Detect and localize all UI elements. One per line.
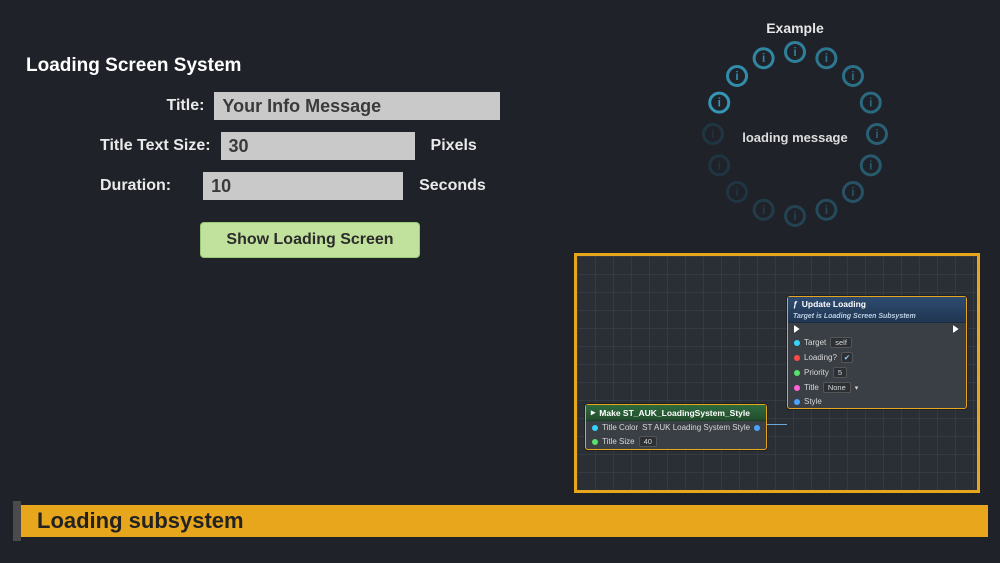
make-node-title: Make ST_AUK_LoadingSystem_Style	[599, 408, 750, 418]
panel-title: Loading Screen System	[26, 55, 241, 77]
spinner-dot-icon	[726, 181, 748, 203]
title-size-value[interactable]: 40	[639, 436, 657, 447]
priority-value[interactable]: 5	[833, 367, 847, 378]
title-label: Title:	[100, 97, 204, 115]
bottom-banner: Loading subsystem	[13, 505, 988, 537]
target-value[interactable]: self	[830, 337, 852, 348]
duration-label: Duration:	[100, 177, 171, 195]
pin-icon[interactable]	[592, 439, 598, 445]
struct-icon: ▸	[591, 407, 595, 418]
duration-input[interactable]	[203, 172, 403, 200]
pin-icon[interactable]	[754, 425, 760, 431]
make-out-pin-label: ST AUK Loading System Style	[642, 423, 750, 432]
update-node-header: ƒ Update Loading Target is Loading Scree…	[788, 297, 966, 323]
title-input[interactable]	[214, 92, 500, 120]
blueprint-make-node[interactable]: ▸ Make ST_AUK_LoadingSystem_Style Title …	[585, 404, 767, 450]
size-label: Title Text Size:	[100, 137, 211, 155]
update-node-subtitle: Target is Loading Screen Subsystem	[793, 313, 916, 320]
pin-icon[interactable]	[794, 340, 800, 346]
spinner-dot-icon	[842, 65, 864, 87]
title-pin-label: Title	[804, 383, 819, 392]
dropdown-icon[interactable]: ▾	[855, 384, 859, 392]
loading-pin-label: Loading?	[804, 353, 837, 362]
spinner-dot-icon	[866, 123, 888, 145]
duration-suffix: Seconds	[419, 177, 486, 195]
spinner-icon: loading message	[705, 44, 885, 224]
spinner-dot-icon	[842, 181, 864, 203]
title-size-input[interactable]	[221, 132, 415, 160]
pin-icon[interactable]	[794, 385, 800, 391]
title-size-pin: Title Size	[602, 437, 635, 446]
loading-checkbox[interactable]: ✔	[841, 352, 853, 363]
update-node-title: Update Loading	[802, 299, 866, 309]
pin-icon[interactable]	[794, 399, 800, 405]
title-color-pin: Title Color	[602, 423, 638, 432]
make-node-header: ▸ Make ST_AUK_LoadingSystem_Style	[586, 405, 766, 421]
target-pin-label: Target	[804, 338, 826, 347]
exec-in-pin[interactable]	[794, 325, 801, 333]
spinner-dot-icon	[702, 123, 724, 145]
spinner-dot-icon	[726, 65, 748, 87]
title-value[interactable]: None	[823, 382, 851, 393]
pin-icon[interactable]	[794, 370, 800, 376]
spinner-dot-icon	[815, 47, 837, 69]
exec-out-pin[interactable]	[953, 325, 960, 333]
spinner-dot-icon	[860, 154, 882, 176]
settings-form: Title: Title Text Size: Pixels Duration:…	[100, 92, 500, 258]
pin-icon[interactable]	[794, 355, 800, 361]
banner-text: Loading subsystem	[37, 508, 244, 534]
blueprint-panel: ▸ Make ST_AUK_LoadingSystem_Style Title …	[574, 253, 980, 493]
spinner-message: loading message	[705, 130, 885, 145]
spinner-dot-icon	[860, 92, 882, 114]
priority-pin-label: Priority	[804, 368, 829, 377]
pin-icon[interactable]	[592, 425, 598, 431]
spinner-dot-icon	[708, 92, 730, 114]
style-pin-label: Style	[804, 397, 822, 406]
blueprint-update-node[interactable]: ƒ Update Loading Target is Loading Scree…	[787, 296, 967, 409]
spinner-dot-icon	[815, 199, 837, 221]
spinner-dot-icon	[784, 41, 806, 63]
example-heading: Example	[620, 20, 970, 36]
spinner-dot-icon	[784, 205, 806, 227]
size-suffix: Pixels	[431, 137, 477, 155]
function-icon: ƒ	[793, 299, 798, 309]
spinner-dot-icon	[753, 199, 775, 221]
show-loading-button[interactable]: Show Loading Screen	[200, 222, 420, 258]
example-preview: Example loading message	[620, 20, 970, 240]
spinner-dot-icon	[753, 47, 775, 69]
spinner-dot-icon	[708, 154, 730, 176]
